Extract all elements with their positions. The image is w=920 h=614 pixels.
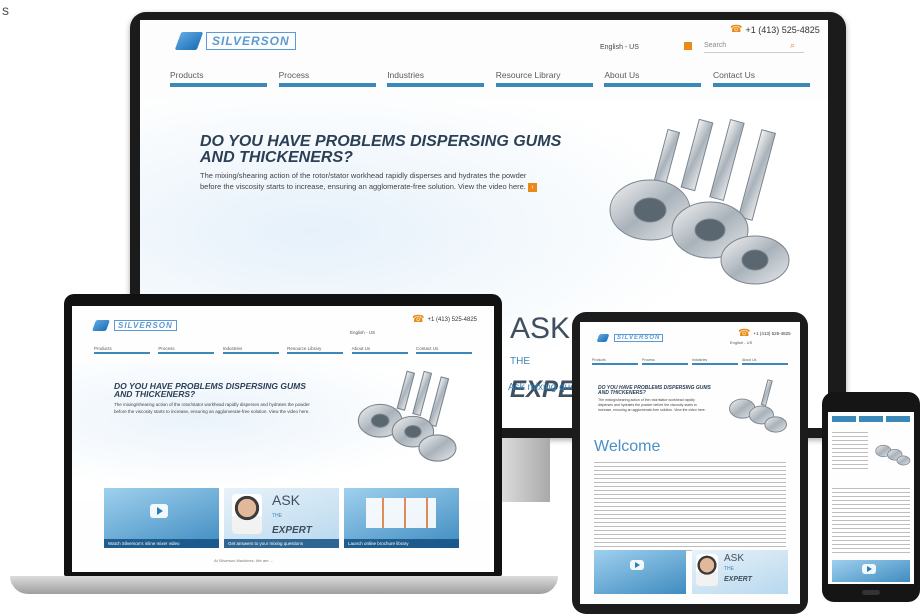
tablet-phone-text: +1 (413) 525-4825 — [753, 331, 791, 336]
tablet-language-selector[interactable]: English - US — [730, 340, 752, 345]
tablet-ask-expert-text: ASK THE EXPERT — [724, 554, 752, 584]
phone-body-text — [832, 488, 910, 554]
tablet-main-nav: Products Process Industries About Us — [592, 358, 788, 365]
nav-item-contact-us[interactable]: Contact Us — [712, 70, 810, 87]
tablet-expert-avatar — [696, 554, 718, 586]
tablet-play-icon[interactable] — [630, 560, 644, 570]
laptop-nav-process[interactable]: Process — [158, 346, 215, 354]
tablet-mixer-workhead-image — [729, 379, 787, 433]
brochure-stack-image — [366, 498, 436, 528]
main-nav: Products Process Industries Resource Lib… — [170, 70, 810, 87]
search-input[interactable]: Search — [704, 42, 804, 53]
logo-wordmark: SILVERSON — [206, 32, 296, 50]
tablet-logo-wordmark: SILVERSON — [614, 333, 664, 342]
phone-video-tile[interactable] — [832, 560, 910, 582]
hero-title: Do you have problems dispersing gums and… — [200, 134, 580, 166]
hero-title-line2: and thickeners? — [200, 149, 353, 166]
welcome-heading: Welcome — [594, 438, 661, 455]
language-dropdown-button[interactable] — [684, 42, 692, 50]
laptop-logo-mark-icon — [91, 319, 111, 331]
laptop-screen: SILVERSON ☎ +1 (413) 525-4825 English - … — [72, 306, 494, 572]
the-word: THE — [510, 356, 530, 367]
corner-text: s — [2, 2, 9, 18]
ask-expert-text: ASK THE EXPERT — [272, 492, 312, 537]
ask-word: ASK — [510, 312, 571, 345]
hero-body: The mixing/shearing action of the rotor/… — [200, 170, 540, 192]
tablet-hero-body: The mixing/shearing action of the rotor/… — [598, 398, 706, 412]
nav-item-industries[interactable]: Industries — [387, 70, 485, 87]
laptop-mixer-workhead-image — [357, 370, 457, 462]
laptop-nav-contact-us[interactable]: Contact Us — [415, 346, 472, 354]
brochure-tile[interactable]: Launch online brochure library — [344, 488, 459, 548]
tablet-ask-expert-tile[interactable]: ASK THE EXPERT — [692, 550, 788, 594]
tablet-phone-number[interactable]: ☎ +1 (413) 525-4825 — [738, 328, 791, 339]
hero-body-text: The mixing/shearing action of the rotor/… — [200, 171, 527, 191]
laptop-nav-products[interactable]: Products — [94, 346, 150, 354]
nav-item-about-us[interactable]: About Us — [604, 70, 702, 87]
phone-number[interactable]: ☎ +1 (413) 525-4825 — [730, 24, 820, 35]
laptop-phone-text: +1 (413) 525-4825 — [427, 316, 478, 323]
laptop-base — [10, 576, 558, 594]
tablet-logo-mark-icon — [596, 333, 610, 342]
phone-icon: ☎ — [730, 24, 743, 35]
play-icon[interactable] — [150, 504, 168, 518]
tablet-hero-title: Do you have problems dispersing gums and… — [598, 386, 718, 396]
tablet-nav-industries[interactable]: Industries — [692, 358, 738, 365]
tablet-ask-word: ASK — [724, 553, 745, 564]
nav-item-products[interactable]: Products — [170, 70, 267, 87]
phone-screen — [828, 412, 914, 584]
expert-avatar — [232, 494, 262, 534]
nav-item-process[interactable]: Process — [278, 70, 376, 87]
brochure-tile-caption: Launch online brochure library — [344, 539, 459, 548]
search-icon[interactable]: ⌕ — [790, 40, 795, 51]
phone-nav[interactable] — [832, 416, 910, 422]
tablet-nav-about-us[interactable]: About Us — [742, 358, 788, 365]
tablet-the-word: THE — [724, 566, 734, 572]
tablet-expert-word: EXPERT — [724, 576, 752, 583]
laptop-nav-industries[interactable]: Industries — [222, 346, 279, 354]
phone-mixer-workhead-image — [875, 444, 911, 466]
laptop-the-word: THE — [272, 513, 282, 519]
laptop-nav-about-us[interactable]: About Us — [351, 346, 408, 354]
tablet-video-tile[interactable] — [594, 550, 686, 594]
laptop-phone-icon: ☎ — [412, 314, 425, 325]
language-selector[interactable]: English - US — [600, 44, 639, 51]
mixer-workhead-image — [609, 118, 790, 285]
phone-hero-text — [832, 432, 868, 472]
ask-tile-caption: Get answers to your mixing questions — [224, 539, 339, 548]
laptop-phone-number[interactable]: ☎ +1 (413) 525-4825 — [412, 314, 477, 325]
laptop-logo-wordmark: SILVERSON — [114, 319, 177, 331]
hero-title-line1: Do you have problems dispersing gums — [200, 133, 562, 150]
tablet-screen: SILVERSON ☎ +1 (413) 525-4825 English - … — [580, 322, 800, 604]
video-tile-caption: Watch Silverson's inline mixer video — [104, 539, 219, 548]
tablet-site-logo[interactable]: SILVERSON — [596, 332, 668, 343]
phone-text: +1 (413) 525-4825 — [745, 24, 820, 35]
laptop-hero-title-line2: and thickeners? — [114, 389, 196, 399]
ask-expert-tile[interactable]: ASK THE EXPERT Get answers to your mixin… — [224, 488, 339, 548]
laptop-main-nav: Products Process Industries Resource Lib… — [94, 346, 472, 354]
laptop-nav-resource-library[interactable]: Resource Library — [287, 346, 344, 354]
laptop-language-selector[interactable]: English - US — [350, 330, 375, 335]
tablet-nav-products[interactable]: Products — [592, 358, 638, 365]
laptop-hero-title: Do you have problems dispersing gums and… — [114, 382, 324, 399]
site-logo[interactable]: SILVERSON — [174, 30, 308, 52]
welcome-paragraphs — [594, 462, 786, 552]
laptop-footer-text: At Silverson Machines, We are ... — [214, 558, 274, 563]
laptop-hero-body-text: The mixing/shearing action of the rotor/… — [114, 402, 310, 414]
tablet-hero-title-line2: and thickeners? — [598, 390, 646, 396]
tablet-phone-icon: ☎ — [738, 328, 751, 339]
video-arrow-icon[interactable]: › — [527, 182, 537, 192]
logo-mark-icon — [174, 32, 204, 50]
laptop-hero-body: The mixing/shearing action of the rotor/… — [114, 402, 314, 415]
phone-play-icon[interactable] — [862, 564, 876, 574]
tablet-nav-process[interactable]: Process — [642, 358, 688, 365]
video-tile[interactable]: Watch Silverson's inline mixer video — [104, 488, 219, 548]
nav-item-resource-library[interactable]: Resource Library — [495, 70, 593, 87]
laptop-site-logo[interactable]: SILVERSON — [91, 318, 184, 332]
phone-home-indicator — [862, 590, 880, 595]
laptop-expert-word: EXPERT — [272, 525, 312, 536]
laptop-ask-word: ASK — [272, 492, 301, 508]
